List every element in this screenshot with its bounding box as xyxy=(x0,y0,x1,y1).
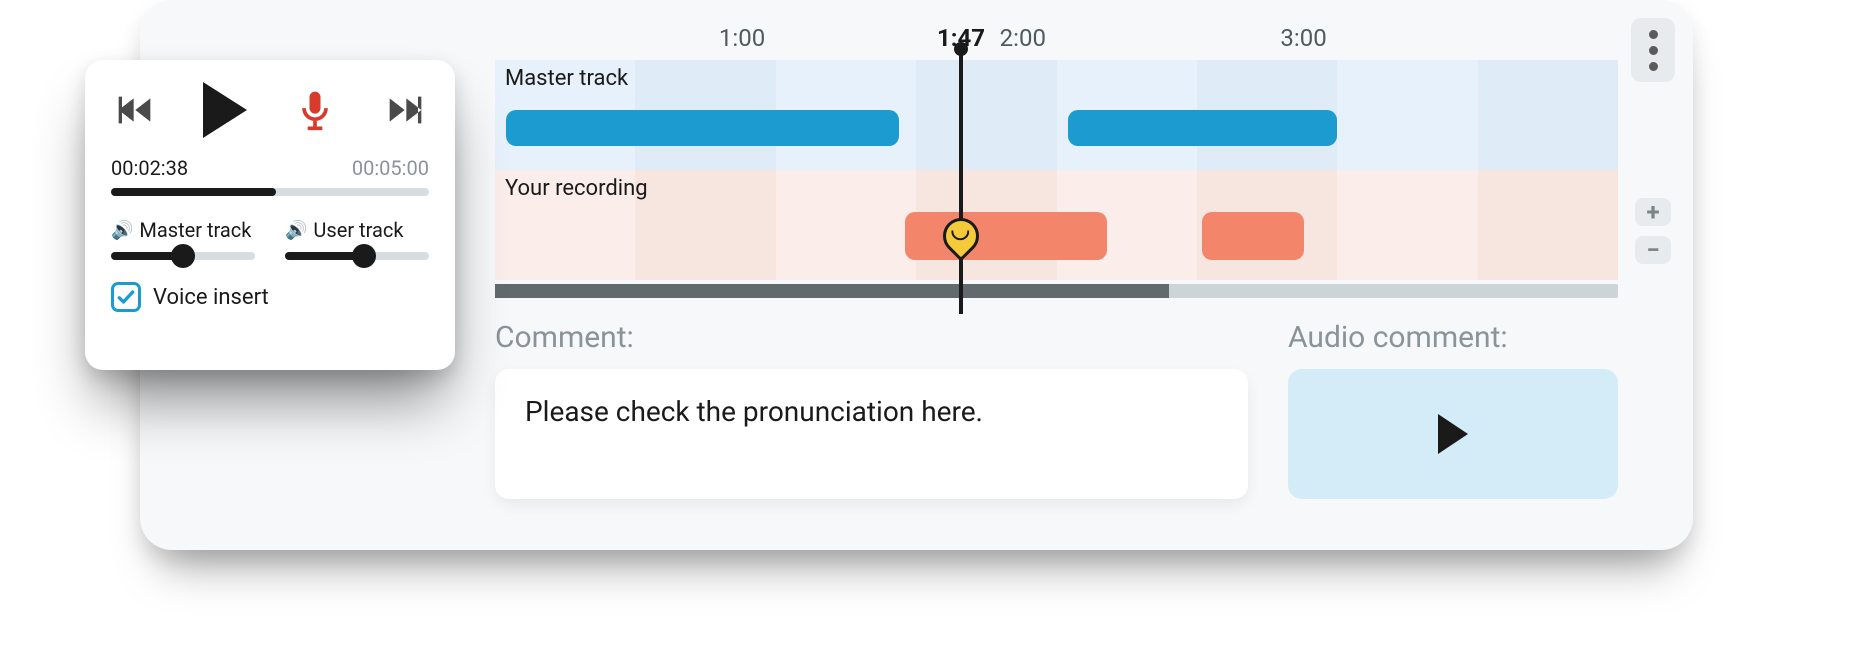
check-icon xyxy=(116,287,136,307)
slider-thumb[interactable] xyxy=(352,244,376,268)
time-ruler[interactable]: 1:00 1:47 2:00 3:00 xyxy=(495,10,1618,60)
user-volume: 🔊 User track xyxy=(285,218,429,260)
user-clip[interactable] xyxy=(1202,212,1303,260)
master-volume-label: Master track xyxy=(139,218,251,242)
player-panel: 00:02:38 00:05:00 🔊 Master track 🔊 User … xyxy=(85,60,455,370)
volume-icon: 🔊 xyxy=(285,220,307,241)
skip-back-icon xyxy=(117,90,157,130)
comment-label: Comment: xyxy=(495,320,1248,355)
time-display: 00:02:38 00:05:00 xyxy=(111,156,429,180)
comment-text-box[interactable]: Please check the pronunciation here. xyxy=(495,369,1248,499)
volume-icon: 🔊 xyxy=(111,220,133,241)
user-track[interactable]: Your recording xyxy=(495,170,1618,280)
more-menu-button[interactable] xyxy=(1631,18,1675,82)
transport-controls xyxy=(111,82,429,138)
skip-forward-icon xyxy=(383,90,423,130)
total-time: 00:05:00 xyxy=(352,156,429,180)
audio-comment-play-button[interactable] xyxy=(1288,369,1618,499)
audio-comment-column: Audio comment: xyxy=(1288,320,1618,499)
tracks-container: Master track Your recording xyxy=(495,60,1618,280)
master-track-label: Master track xyxy=(505,66,628,91)
skip-forward-button[interactable] xyxy=(383,90,423,130)
slider-thumb[interactable] xyxy=(171,244,195,268)
user-track-label: Your recording xyxy=(505,176,648,201)
master-volume: 🔊 Master track xyxy=(111,218,255,260)
user-volume-slider[interactable] xyxy=(285,252,429,260)
audio-comment-label: Audio comment: xyxy=(1288,320,1618,355)
skip-back-button[interactable] xyxy=(117,90,157,130)
progress-bar[interactable] xyxy=(111,188,429,196)
master-volume-slider[interactable] xyxy=(111,252,255,260)
tick-label: 1:00 xyxy=(719,24,765,52)
play-button[interactable] xyxy=(203,82,247,138)
timeline-scrollbar-thumb[interactable] xyxy=(495,284,1169,298)
text-comment-column: Comment: Please check the pronunciation … xyxy=(495,320,1248,499)
user-volume-label: User track xyxy=(313,218,403,242)
tick-label: 3:00 xyxy=(1280,24,1326,52)
zoom-out-button[interactable]: − xyxy=(1635,236,1671,264)
voice-insert-label: Voice insert xyxy=(153,285,269,310)
voice-insert-checkbox[interactable] xyxy=(111,282,141,312)
comment-section: Comment: Please check the pronunciation … xyxy=(495,320,1618,499)
current-time: 00:02:38 xyxy=(111,156,188,180)
microphone-icon xyxy=(293,88,337,132)
progress-fill xyxy=(111,188,276,196)
record-button[interactable] xyxy=(293,88,337,132)
zoom-in-button[interactable]: + xyxy=(1635,198,1671,226)
zoom-controls: + − xyxy=(1635,198,1671,264)
master-clip[interactable] xyxy=(1068,110,1338,146)
master-clip[interactable] xyxy=(506,110,899,146)
volume-sliders: 🔊 Master track 🔊 User track xyxy=(111,218,429,260)
playhead[interactable] xyxy=(959,54,963,314)
play-icon xyxy=(203,82,247,138)
timeline: 1:00 1:47 2:00 3:00 Master track Your re… xyxy=(495,10,1618,320)
play-icon xyxy=(1438,414,1468,454)
tick-label: 2:00 xyxy=(1000,24,1046,52)
timeline-scrollbar[interactable] xyxy=(495,284,1618,298)
master-track[interactable]: Master track xyxy=(495,60,1618,170)
user-clip[interactable] xyxy=(905,212,1107,260)
voice-insert-row: Voice insert xyxy=(111,282,429,312)
